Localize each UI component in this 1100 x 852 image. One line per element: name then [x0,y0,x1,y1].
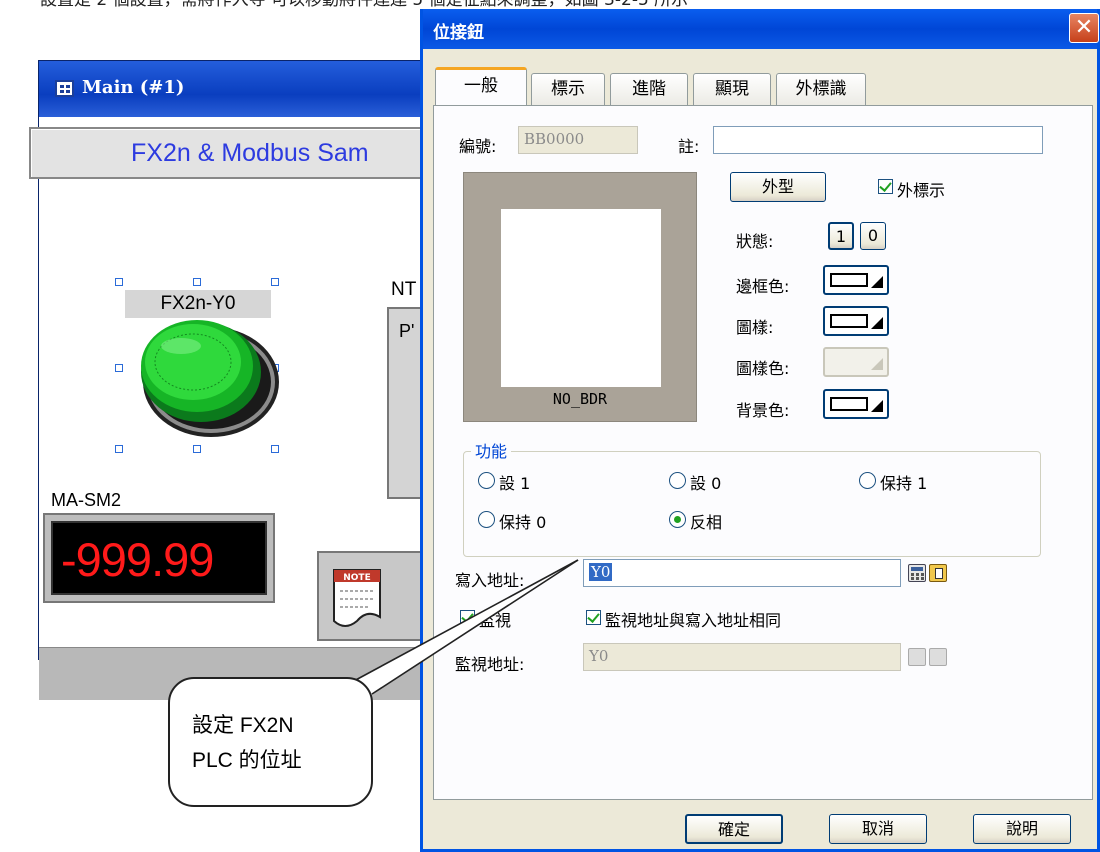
tab-general[interactable]: 一般 [435,67,527,105]
callout-text: 設定 FX2N PLC 的位址 [192,708,362,778]
callout-line-1: 設定 FX2N [192,714,294,737]
callout-pointer [351,559,579,695]
callout-line-2: PLC 的位址 [192,749,302,772]
